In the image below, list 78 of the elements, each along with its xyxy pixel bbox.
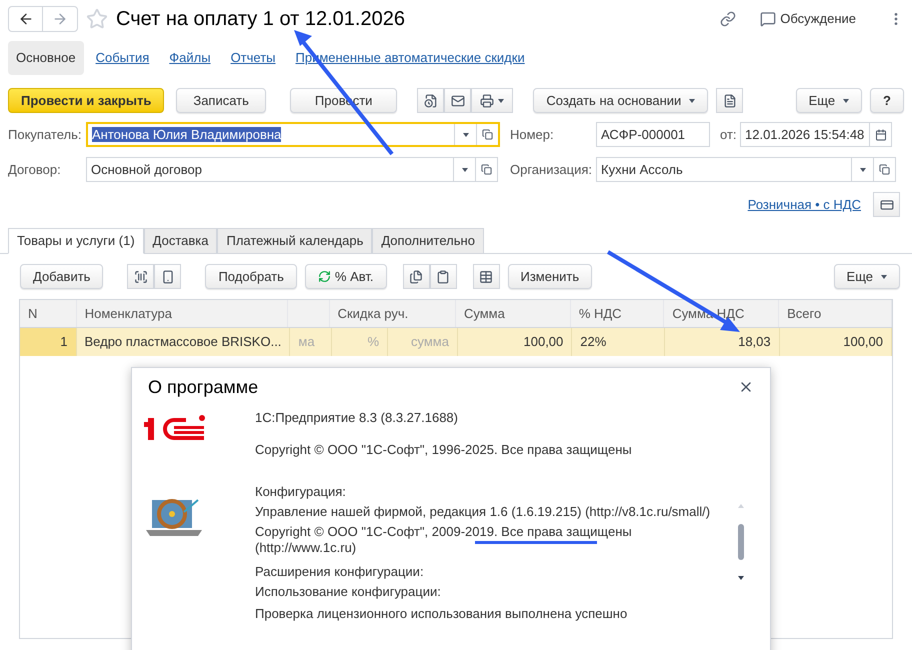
field-label: Организация: [510,160,594,179]
link-icon[interactable] [720,11,736,27]
tab[interactable]: Дополнительно [372,228,484,254]
price-type-link[interactable]: Розничная • с НДС [748,194,861,214]
window-title: Счет на оплату 1 от 12.01.2026 [116,7,405,32]
printer-icon [480,94,494,108]
configuration-text: Управление нашей фирмой, редакция 1.6 (1.6.19.215) (http://v8.1c.ru/small/) [255,504,710,520]
post-and-close-button[interactable]: Провести и закрыть [8,88,164,113]
change-button[interactable]: Изменить [508,264,592,289]
print-button[interactable] [471,88,514,113]
configuration-text: Copyright © ООО "1С-Софт", 2009-2019. Все права защищены [255,524,632,540]
organization-field[interactable]: Кухни Ассоль [596,157,896,182]
column-header: N [28,304,38,323]
more-button[interactable]: Еще [796,88,862,113]
license-check-text: Проверка лицензионного использования выполнена успешно [255,606,628,622]
copy-icon[interactable] [402,264,430,289]
table-cell-text: Ведро пластмассовое BRISKO... [84,333,282,352]
pick-button[interactable]: Подобрать [205,264,297,289]
column-header: Сумма [464,304,505,323]
field-label: Договор: [8,160,62,179]
column-header: Всего [787,304,822,323]
buyer-field[interactable]: Антонова Юлия Владимировна [86,122,500,147]
caret-icon [843,98,850,102]
nav-tab[interactable]: События [88,41,158,75]
table-cell-text: 100,00 [843,333,883,352]
favorite-star-icon[interactable] [86,8,108,30]
caret-icon [498,98,504,102]
table-cell-text: ма [298,333,315,352]
tab[interactable]: Доставка [144,228,218,254]
table-icon[interactable] [472,264,500,289]
scanner-icon[interactable] [154,264,182,289]
mail-icon[interactable] [444,88,472,113]
dialog-title: О программе [148,376,258,399]
section-label: Расширения конфигурации: [255,564,424,580]
table-row[interactable]: 1 Ведро пластмассовое BRISKO... ма % сумма 100,00 22% 18,03 100,00 [20,328,892,356]
add-button[interactable]: Добавить [20,264,104,289]
auto-discount-button[interactable]: % Авт. [304,264,386,289]
table-cell-text: сумма [411,333,449,352]
nav-tab[interactable]: Отчеты [222,41,284,75]
document-clock-icon[interactable] [417,88,444,113]
write-button[interactable]: Записать [176,88,266,113]
number-field[interactable]: АСФР-000001 [596,122,710,147]
section-label: Использование конфигурации: [255,584,442,600]
speech-bubble-icon [760,11,776,27]
document-icon[interactable] [716,88,744,113]
table-cell-text: 100,00 [524,333,564,352]
column-header: Скидка руч. [338,304,408,323]
table-cell-text: 18,03 [738,333,771,352]
table-cell-text: 22% [580,333,606,352]
tab[interactable]: Платежный календарь [217,228,372,254]
column-header: Номенклатура [84,304,172,323]
discussion-button[interactable]: Обсуждение [760,9,856,29]
paste-icon[interactable] [430,264,456,289]
caret-icon [689,98,696,102]
contract-field[interactable]: Основной договор [86,157,498,182]
nav-tab[interactable]: Файлы [161,41,219,75]
copyright-text: Copyright © ООО "1С-Софт", 1996-2025. Все права защищены [255,442,633,458]
field-label: Номер: [510,126,555,144]
help-button[interactable]: ? [870,88,904,113]
field-label: Покупатель: [8,126,82,144]
column-header: % НДС [578,304,622,323]
configuration-text: (http://www.1c.ru) [255,540,356,556]
more-button[interactable]: Еще [834,264,900,289]
date-field[interactable]: 12.01.2026 15:54:48 [740,122,892,147]
create-based-on-button[interactable]: Создать на основании [533,88,708,113]
caret-icon [881,274,887,278]
barcode-icon[interactable] [127,264,154,289]
refresh-icon [318,270,331,283]
platform-version-text: 1С:Предприятие 8.3 (8.3.27.1688) [255,410,459,426]
section-label: Конфигурация: [255,484,347,500]
table-cell-text: % [367,333,379,352]
tab[interactable]: Товары и услуги (1) [8,228,144,254]
field-label: от: [720,126,738,144]
forward-arrow-icon [52,11,68,27]
table-cell-text: 1 [60,333,68,352]
card-icon[interactable] [873,192,900,217]
scrollbar[interactable] [736,504,746,580]
nav-tab[interactable]: Основное [8,41,84,75]
